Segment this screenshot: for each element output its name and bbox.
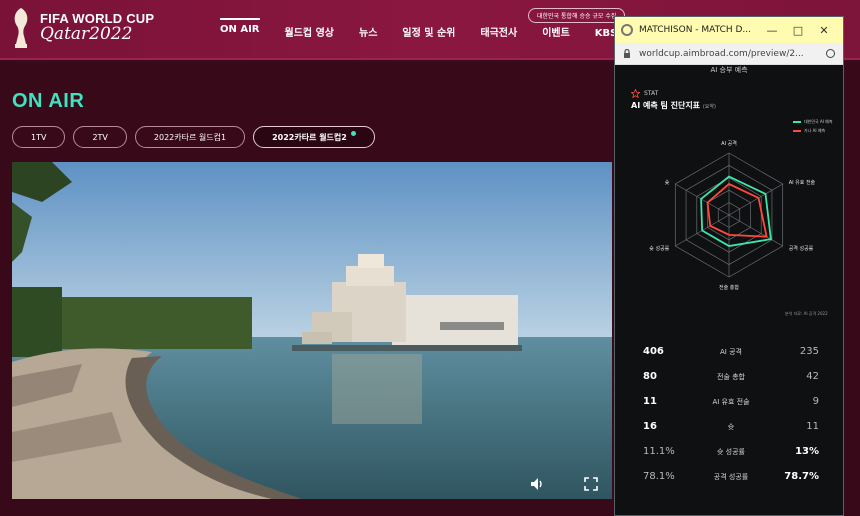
- channel-tab-1tv[interactable]: 1TV: [12, 126, 66, 148]
- channel-tab-worldcup2[interactable]: 2022카타르 월드컵2: [253, 126, 375, 148]
- maximize-button[interactable]: □: [785, 24, 811, 37]
- top-badge-link[interactable]: 대한민국 통합해 승승 규모 수집: [528, 8, 626, 23]
- stat-left-value: 80: [643, 371, 657, 382]
- trophy-icon: [10, 6, 32, 50]
- popup-titlebar[interactable]: MATCHISON - MATCH D... — □ ✕: [615, 17, 843, 43]
- nav-item-schedule[interactable]: 일정 및 순위: [402, 24, 455, 39]
- browser-popup-window: MATCHISON - MATCH D... — □ ✕ worldcup.ai…: [614, 16, 844, 516]
- stat-row: 78.1% 공격 성공률 78.7%: [643, 464, 819, 489]
- channel-tab-worldcup1[interactable]: 2022카타르 월드컵1: [134, 126, 246, 148]
- stat-right-value: 11: [806, 421, 819, 432]
- main-nav: ON AIR 월드컵 영상 뉴스 일정 및 순위 태극전사 이벤트 KBS홈: [220, 18, 652, 39]
- stat-right-value: 42: [806, 371, 819, 382]
- logo-subtitle: Qatar2022: [40, 23, 133, 44]
- stat-right-value: 13%: [795, 446, 819, 457]
- stat-row: 406 AI 공격 235: [643, 339, 819, 364]
- fullscreen-icon[interactable]: [584, 477, 598, 491]
- radar-axis-label: AI 유효 전술: [789, 179, 816, 186]
- live-dot-icon: [350, 130, 356, 136]
- stat-label: AI 공격: [720, 347, 742, 356]
- channel-tabs: 1TV 2TV 2022카타르 월드컵1 2022카타르 월드컵2: [12, 126, 375, 148]
- nav-item-news[interactable]: 뉴스: [359, 24, 377, 39]
- search-icon[interactable]: [826, 49, 835, 58]
- star-icon: [631, 89, 640, 98]
- stat-table: 406 AI 공격 235 80 전술 총합 42 11 AI 유효 전술 9 16 슛 11 11.1…: [643, 339, 819, 489]
- volume-icon[interactable]: [530, 477, 546, 491]
- stat-right-value: 235: [799, 346, 819, 357]
- radar-axis-label: 슛 성공률: [649, 245, 669, 252]
- fifa-logo[interactable]: FIFA WORLD CUP Qatar2022: [10, 6, 154, 50]
- stat-title-text: AI 예측 팀 진단지표: [631, 101, 701, 110]
- close-button[interactable]: ✕: [811, 24, 837, 37]
- stat-title-small: (요약): [702, 104, 716, 110]
- stat-left-value: 78.1%: [643, 471, 675, 482]
- site-favicon-icon: [621, 24, 633, 36]
- nav-item-event[interactable]: 이벤트: [542, 24, 570, 39]
- radar-chart: AI 공격 AI 유효 전술공격 성공률전술 총합 슛 성공률 슛: [649, 140, 816, 291]
- minimize-button[interactable]: —: [759, 24, 785, 37]
- video-player[interactable]: [12, 162, 612, 499]
- stat-label: 슛 성공률: [717, 447, 745, 456]
- stat-row: 11.1% 슛 성공률 13%: [643, 439, 819, 464]
- radar-axis-label: AI 공격: [721, 140, 737, 147]
- stat-label: 공격 성공률: [713, 472, 749, 481]
- page-title: ON AIR: [12, 90, 85, 112]
- section-heading: AI 승부 예측: [710, 66, 748, 74]
- stat-label: STAT: [631, 89, 658, 98]
- address-url: worldcup.aimbroad.com/preview/2...: [639, 48, 804, 59]
- stat-label: 슛: [727, 422, 735, 431]
- lock-icon: [623, 48, 631, 58]
- nav-item-videos[interactable]: 월드컵 영상: [285, 24, 334, 39]
- stat-row: 80 전술 총합 42: [643, 364, 819, 389]
- popup-title: MATCHISON - MATCH D...: [639, 25, 752, 35]
- stat-right-value: 78.7%: [784, 471, 819, 482]
- stat-left-value: 16: [643, 421, 657, 432]
- stat-left-value: 11: [643, 396, 657, 407]
- channel-tab-2tv[interactable]: 2TV: [73, 126, 127, 148]
- radar-axis-label: 슛: [665, 179, 670, 186]
- nav-item-team[interactable]: 태극전사: [480, 24, 517, 39]
- radar-note: 분석 자료: AI 공격 2022: [785, 311, 828, 316]
- stat-label-text: STAT: [644, 90, 659, 97]
- popup-content: AI 승부 예측 STAT AI 예측 팀 진단지표 (요약) 대한민국 AI …: [615, 65, 843, 515]
- nav-item-onair[interactable]: ON AIR: [220, 18, 260, 39]
- radar-axis-label: 전술 총합: [719, 284, 739, 291]
- stat-left-value: 406: [643, 346, 664, 357]
- stat-right-value: 9: [812, 396, 819, 407]
- stat-title: AI 예측 팀 진단지표 (요약): [631, 100, 716, 111]
- channel-tab-label: 2022카타르 월드컵2: [272, 132, 347, 142]
- stat-left-value: 11.1%: [643, 446, 675, 457]
- stat-row: 16 슛 11: [643, 414, 819, 439]
- stat-row: 11 AI 유효 전술 9: [643, 389, 819, 414]
- stat-label: 전술 총합: [717, 372, 745, 381]
- stat-label: AI 유효 전술: [712, 397, 750, 406]
- address-bar[interactable]: worldcup.aimbroad.com/preview/2...: [615, 43, 843, 65]
- video-frame-image: [12, 162, 612, 499]
- radar-axis-label: 공격 성공률: [789, 245, 814, 252]
